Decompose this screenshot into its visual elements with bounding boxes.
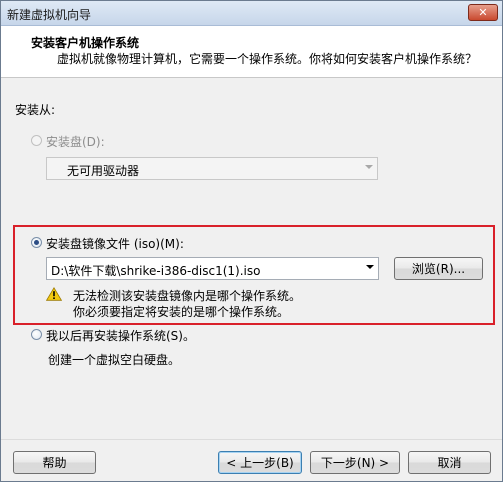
help-button-label: 帮助 (42, 456, 67, 470)
disc-drive-select[interactable]: 无可用驱动器 (46, 157, 378, 180)
page-title: 安装客户机操作系统 (31, 36, 140, 50)
wizard-header: 安装客户机操作系统 虚拟机就像物理计算机，它需要一个操作系统。你将如何安装客户机… (1, 26, 502, 78)
window-title: 新建虚拟机向导 (7, 8, 92, 22)
cancel-button-label: 取消 (437, 456, 462, 470)
title-bar[interactable]: 新建虚拟机向导 ✕ (1, 1, 502, 26)
warning-text-line2: 你必须要指定将安装的是哪个操作系统。 (73, 305, 290, 319)
disc-drive-value: 无可用驱动器 (67, 164, 140, 178)
iso-image-label: 安装盘镜像文件 (iso)(M): (46, 237, 184, 251)
install-later-label: 我以后再安装操作系统(S)。 (46, 329, 195, 343)
iso-path-select[interactable]: D:\软件下载\shrike-i386-disc1(1).iso (46, 257, 379, 280)
chevron-down-icon (365, 165, 373, 169)
cancel-button[interactable]: 取消 (408, 451, 491, 474)
install-later-description: 创建一个虚拟空白硬盘。 (48, 353, 181, 367)
footer-divider (1, 439, 502, 440)
back-button-label: < 上一步(B) (226, 456, 294, 470)
chevron-down-icon (366, 265, 374, 269)
install-from-label: 安装从: (15, 103, 56, 117)
warning-text-line1: 无法检测该安装盘镜像内是哪个操作系统。 (73, 289, 302, 303)
next-button-label: 下一步(N) > (320, 456, 390, 470)
back-button[interactable]: < 上一步(B) (218, 451, 302, 474)
radio-install-later[interactable] (31, 329, 42, 340)
wizard-window: 新建虚拟机向导 ✕ 安装客户机操作系统 虚拟机就像物理计算机，它需要一个操作系统… (0, 0, 503, 482)
close-icon: ✕ (478, 6, 488, 19)
warning-triangle-icon (46, 287, 62, 301)
next-button[interactable]: 下一步(N) > (310, 451, 400, 474)
iso-path-value: D:\软件下载\shrike-i386-disc1(1).iso (51, 264, 261, 278)
page-subtitle: 虚拟机就像物理计算机，它需要一个操作系统。你将如何安装客户机操作系统？ (57, 52, 478, 66)
radio-installer-disc[interactable] (31, 135, 42, 146)
help-button[interactable]: 帮助 (13, 451, 96, 474)
installer-disc-label: 安装盘(D): (46, 135, 105, 149)
radio-iso-image[interactable] (31, 237, 42, 248)
browse-button-label: 浏览(R)... (411, 262, 466, 276)
close-button[interactable]: ✕ (468, 4, 498, 21)
browse-button[interactable]: 浏览(R)... (394, 257, 483, 280)
